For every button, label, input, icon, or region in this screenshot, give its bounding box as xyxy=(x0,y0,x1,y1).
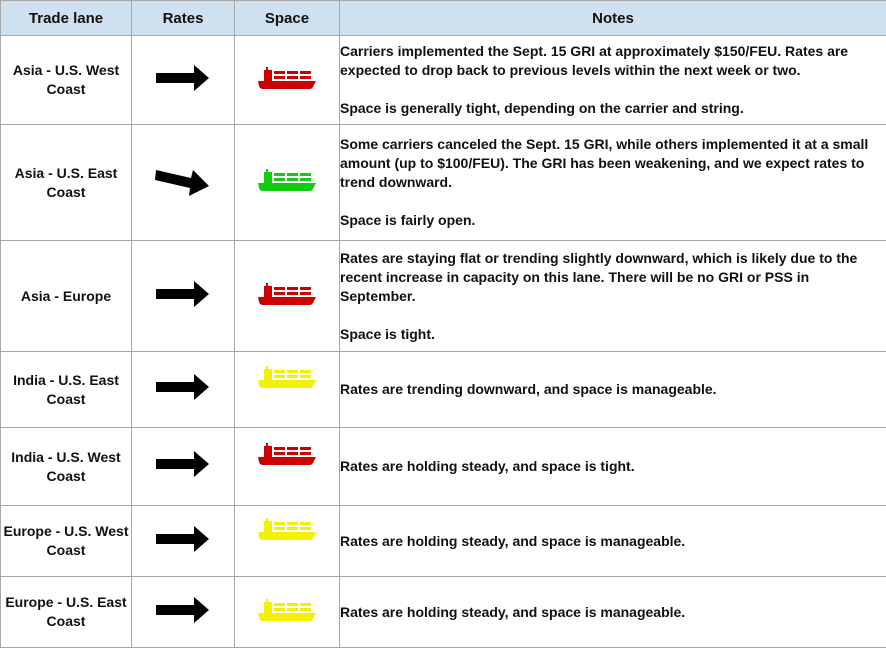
notes-cell: Carriers implemented the Sept. 15 GRI at… xyxy=(340,36,886,125)
note-paragraph: Space is generally tight, depending on t… xyxy=(340,99,886,118)
space-cell xyxy=(235,428,340,506)
header-rates: Rates xyxy=(132,1,235,36)
space-cell xyxy=(235,125,340,241)
table-row: India - U.S. West Coast Rates are holding… xyxy=(1,428,886,506)
table-row: Asia - U.S. West Coast Carriers implement… xyxy=(1,36,886,125)
trade-lane-cell: Europe - U.S. East Coast xyxy=(1,577,132,648)
header-trade-lane: Trade lane xyxy=(1,1,132,36)
rates-cell xyxy=(132,352,235,428)
arrow-right-icon xyxy=(156,526,210,552)
trade-lane-cell: India - U.S. West Coast xyxy=(1,428,132,506)
header-space: Space xyxy=(235,1,340,36)
ship-icon xyxy=(258,169,316,191)
space-cell xyxy=(235,241,340,352)
rates-cell xyxy=(132,577,235,648)
table-body: Asia - U.S. West Coast Carriers implement… xyxy=(1,36,886,648)
table-row: Asia - U.S. East Coast Some carriers canc… xyxy=(1,125,886,241)
arrow-right-icon xyxy=(156,374,210,400)
rates-cell xyxy=(132,428,235,506)
ship-icon xyxy=(258,443,316,465)
note-paragraph: Rates are holding steady, and space is t… xyxy=(340,457,886,476)
notes-cell: Rates are holding steady, and space is t… xyxy=(340,428,886,506)
trade-lane-cell: India - U.S. East Coast xyxy=(1,352,132,428)
note-paragraph: Rates are holding steady, and space is m… xyxy=(340,532,886,551)
space-cell xyxy=(235,577,340,648)
ship-icon xyxy=(258,518,316,540)
ship-icon xyxy=(258,283,316,305)
rates-cell xyxy=(132,241,235,352)
trade-lane-cell: Asia - U.S. West Coast xyxy=(1,36,132,125)
ship-icon xyxy=(258,67,316,89)
notes-cell: Some carriers canceled the Sept. 15 GRI,… xyxy=(340,125,886,241)
rates-cell xyxy=(132,125,235,241)
header-notes: Notes xyxy=(340,1,886,36)
note-paragraph: Space is tight. xyxy=(340,325,886,344)
trade-lane-table: Trade lane Rates Space Notes Asia - U.S.… xyxy=(0,0,886,648)
header-row: Trade lane Rates Space Notes xyxy=(1,1,886,36)
arrow-right-icon xyxy=(156,451,210,477)
table-row: Asia - Europe Rates are staying flat or t… xyxy=(1,241,886,352)
note-paragraph: Some carriers canceled the Sept. 15 GRI,… xyxy=(340,135,886,192)
notes-cell: Rates are trending downward, and space i… xyxy=(340,352,886,428)
arrow-right-icon xyxy=(156,281,210,307)
arrow-down-right-icon xyxy=(155,162,211,198)
arrow-right-icon xyxy=(156,65,210,91)
note-paragraph: Rates are staying flat or trending sligh… xyxy=(340,249,886,306)
space-cell xyxy=(235,352,340,428)
space-cell xyxy=(235,506,340,577)
ship-icon xyxy=(258,599,316,621)
rates-cell xyxy=(132,506,235,577)
notes-cell: Rates are holding steady, and space is m… xyxy=(340,506,886,577)
table-row: India - U.S. East Coast Rates are trendin… xyxy=(1,352,886,428)
arrow-right-icon xyxy=(156,597,210,623)
rates-cell xyxy=(132,36,235,125)
ship-icon xyxy=(258,366,316,388)
trade-lane-cell: Asia - Europe xyxy=(1,241,132,352)
note-paragraph: Rates are trending downward, and space i… xyxy=(340,380,886,399)
table-row: Europe - U.S. West Coast Rates are holdin… xyxy=(1,506,886,577)
trade-lane-cell: Europe - U.S. West Coast xyxy=(1,506,132,577)
table-row: Europe - U.S. East Coast Rates are holdin… xyxy=(1,577,886,648)
space-cell xyxy=(235,36,340,125)
note-paragraph: Carriers implemented the Sept. 15 GRI at… xyxy=(340,42,886,80)
notes-cell: Rates are staying flat or trending sligh… xyxy=(340,241,886,352)
notes-cell: Rates are holding steady, and space is m… xyxy=(340,577,886,648)
trade-lane-cell: Asia - U.S. East Coast xyxy=(1,125,132,241)
note-paragraph: Rates are holding steady, and space is m… xyxy=(340,603,886,622)
note-paragraph: Space is fairly open. xyxy=(340,211,886,230)
